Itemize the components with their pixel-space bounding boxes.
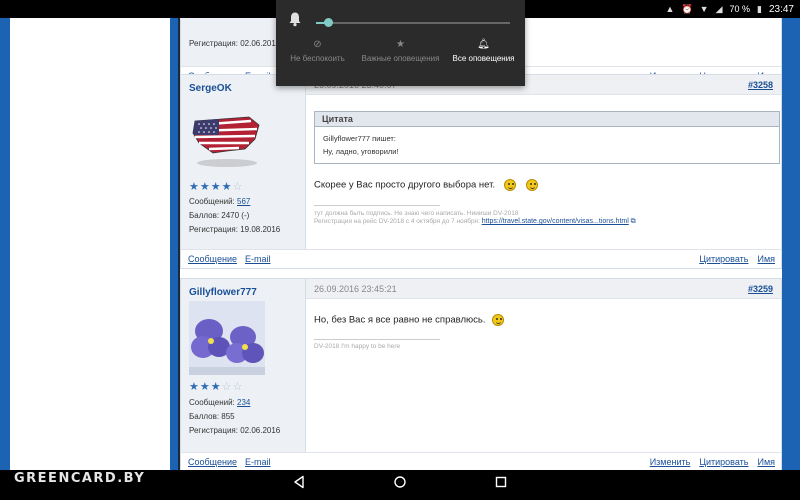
post-3259: Gillyflower777 ★★★☆☆ Сообщений: 234 Балл… [180,278,782,470]
post-number-link[interactable]: #3258 [748,80,773,90]
email-link[interactable]: E-mail [245,457,271,467]
wifi-icon: ▼ [699,4,709,14]
points: Баллов: 855 [189,412,235,421]
watermark-logo: GREENCARD.BY [14,471,146,486]
post-footer: Сообщение E-mail Цитировать Имя [181,249,781,268]
external-link-icon: ⧉ [630,218,636,225]
star-empty-icon: ☆ [232,381,244,393]
notification-shade: ⊘ Не беспокоить ★ Важные оповещения 🔔︎ В… [276,0,525,86]
volume-slider[interactable] [316,22,510,24]
post-signature: тут должна быть подпись. Не знаю чего на… [314,210,636,225]
author-meta: Сообщений: 567 Баллов: 2470 (-) Регистра… [189,195,280,237]
messages-count-link[interactable]: 567 [237,197,250,206]
registration: Регистрация: 19.08.2016 [189,225,281,234]
name-link[interactable]: Имя [757,254,775,264]
page-right-background [782,18,800,470]
message-link[interactable]: Сообщение [188,457,237,467]
star-empty-icon: ☆ [232,181,244,193]
quote-block: Цитата Gillyflower777 пишет: Ну, ладно, … [314,111,780,164]
back-icon[interactable] [292,475,306,489]
quote-link[interactable]: Цитировать [699,457,748,467]
violets-avatar [189,301,265,375]
messages-count-link[interactable]: 234 [237,398,250,407]
star-icon: ★ [199,381,211,393]
email-link[interactable]: E-mail [245,254,271,264]
signal-icon: ◢ [715,3,723,14]
star-icon: ★ [396,39,405,50]
usa-flag-avatar [192,116,260,167]
post-text: Скорее у Вас просто другого выбора нет. [314,179,539,191]
star-empty-icon: ☆ [221,381,233,393]
smiley-icon [503,179,516,191]
smiley-icon [492,314,505,326]
bell-icon [289,12,301,27]
navigation-bar: GREENCARD.BY [0,470,800,500]
message-link[interactable]: Сообщение [188,254,237,264]
quote-link[interactable]: Цитировать [699,254,748,264]
mode-do-not-disturb[interactable]: ⊘ Не беспокоить [276,40,359,84]
battery-icon: ▮ [757,3,762,14]
notification-icon: ▲ [665,4,675,14]
rating-stars: ★★★★☆ [189,180,243,193]
clock: 23:47 [768,3,794,15]
volume-slider-thumb[interactable] [324,18,333,27]
name-link[interactable]: Имя [757,457,775,467]
edit-link[interactable]: Изменить [650,457,691,467]
star-icon: ★ [199,181,211,193]
recents-icon[interactable] [494,475,508,489]
notification-modes: ⊘ Не беспокоить ★ Важные оповещения 🔔︎ В… [276,40,525,84]
alarm-icon: ⏰ [681,3,693,14]
post-number-link[interactable]: #3259 [748,284,773,294]
bell-icon: 🔔︎ [477,39,490,50]
post-author[interactable]: SergeOK [189,83,232,94]
star-icon: ★ [210,381,222,393]
quote-title: Цитата [315,112,779,127]
post-date: 26.09.2016 23:45:21 [314,284,397,294]
star-icon: ★ [189,181,200,193]
star-icon: ★ [221,181,233,193]
quote-author: Gillyflower777 пишет: [323,134,396,143]
registration: Регистрация: 02.06.2016 [189,426,281,435]
star-icon: ★ [210,181,222,193]
mode-important[interactable]: ★ Важные оповещения [359,40,442,84]
post-author[interactable]: Gillyflower777 [189,287,257,298]
post-footer: Сообщение E-mail Изменить Цитировать Имя [181,452,781,470]
page-left-background [0,18,178,470]
post-registration: Регистрация: 02.06.201 [189,39,276,48]
mode-all[interactable]: 🔔︎ Все оповещения [442,40,525,84]
author-meta: Сообщений: 234 Баллов: 855 Регистрация: … [189,396,280,438]
laugh-smiley-icon [526,179,539,191]
signature-link[interactable]: https://travel.state.gov/content/visas..… [482,218,629,225]
points: Баллов: 2470 (-) [189,211,250,220]
dnd-icon: ⊘ [313,39,322,50]
home-icon[interactable] [393,475,407,489]
rating-stars: ★★★☆☆ [189,380,243,393]
quote-text: Ну, ладно, уговорили! [323,147,399,156]
post-signature: DV-2018 I'm happy to be here [314,343,401,350]
post-3258: SergeOK ★★★★☆ Сообщений: 567 Баллов: 247… [180,74,782,269]
battery-percent: 70 % [729,4,751,14]
star-icon: ★ [189,381,200,393]
post-text: Но, без Вас я все равно не справлюсь. [314,314,505,326]
